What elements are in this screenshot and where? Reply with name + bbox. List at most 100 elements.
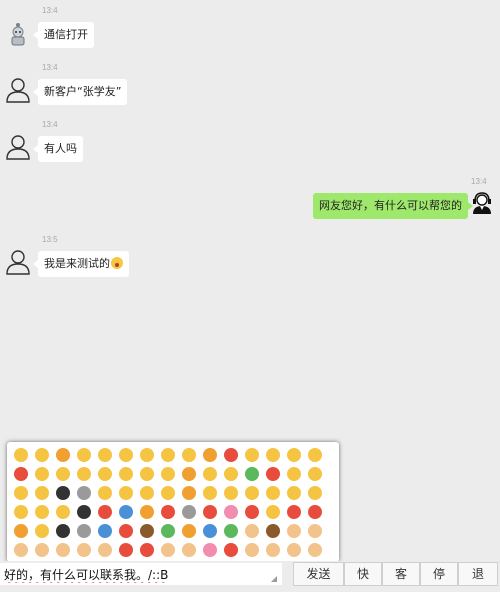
emoji-icon[interactable] [182,486,196,500]
message-text: 我是来测试的 [44,257,110,270]
emoji-icon[interactable] [161,524,175,538]
emoji-icon[interactable] [140,505,154,519]
emoji-icon[interactable] [245,486,259,500]
message-input[interactable] [0,563,282,585]
emoji-icon[interactable] [224,543,238,557]
emoji-icon[interactable] [245,467,259,481]
emoji-icon[interactable] [77,486,91,500]
resize-grip-icon[interactable] [271,576,277,582]
emoji-icon[interactable] [77,467,91,481]
emoji-icon[interactable] [161,448,175,462]
emoji-icon[interactable] [119,505,133,519]
emoji-icon[interactable] [308,486,322,500]
emoji-icon[interactable] [182,543,196,557]
emoji-icon[interactable] [266,448,280,462]
emoji-icon[interactable] [140,486,154,500]
emoji-icon[interactable] [14,543,28,557]
emoji-icon[interactable] [35,486,49,500]
emoji-icon[interactable] [287,543,301,557]
emoji-icon[interactable] [161,543,175,557]
emoji-icon[interactable] [224,486,238,500]
emoji-icon[interactable] [308,448,322,462]
emoji-icon[interactable] [35,448,49,462]
emoji-icon[interactable] [245,505,259,519]
emoji-icon[interactable] [203,505,217,519]
emoji-icon[interactable] [35,543,49,557]
emoji-icon[interactable] [224,448,238,462]
emoji-icon[interactable] [266,486,280,500]
emoji-icon[interactable] [161,505,175,519]
emoji-icon[interactable] [56,448,70,462]
emoji-icon[interactable] [119,448,133,462]
emoji-icon[interactable] [14,524,28,538]
emoji-icon[interactable] [98,486,112,500]
emoji-icon[interactable] [224,467,238,481]
emoji-icon[interactable] [98,448,112,462]
emoji-icon[interactable] [35,467,49,481]
quick-reply-button[interactable]: 快 [344,562,382,586]
emoji-icon[interactable] [77,505,91,519]
emoji-icon[interactable] [119,524,133,538]
emoji-icon[interactable] [266,505,280,519]
emoji-icon[interactable] [203,543,217,557]
emoji-icon[interactable] [182,524,196,538]
emoji-icon[interactable] [56,543,70,557]
send-button[interactable]: 发送 [293,562,344,586]
emoji-icon[interactable] [308,467,322,481]
emoji-icon[interactable] [14,486,28,500]
emoji-icon[interactable] [119,486,133,500]
emoji-icon[interactable] [182,448,196,462]
emoji-icon[interactable] [308,543,322,557]
emoji-icon[interactable] [119,543,133,557]
person-avatar-icon [5,249,31,275]
emoji-icon[interactable] [98,543,112,557]
emoji-icon[interactable] [161,486,175,500]
emoji-icon[interactable] [140,524,154,538]
emoji-icon[interactable] [98,467,112,481]
emoji-icon[interactable] [224,524,238,538]
emoji-icon[interactable] [56,505,70,519]
emoji-icon[interactable] [287,486,301,500]
emoji-icon[interactable] [308,524,322,538]
emoji-icon[interactable] [14,467,28,481]
emoji-icon[interactable] [140,448,154,462]
emoji-icon[interactable] [56,524,70,538]
emoji-icon[interactable] [245,448,259,462]
emoji-icon[interactable] [308,505,322,519]
emoji-icon[interactable] [77,543,91,557]
emoji-icon[interactable] [266,524,280,538]
emoji-icon[interactable] [182,467,196,481]
emoji-icon[interactable] [140,467,154,481]
emoji-icon[interactable] [203,467,217,481]
emoji-icon[interactable] [98,505,112,519]
emoji-icon[interactable] [287,505,301,519]
emoji-icon[interactable] [203,448,217,462]
emoji-icon[interactable] [245,543,259,557]
emoji-icon[interactable] [77,524,91,538]
message-time: 13:5 [42,235,58,244]
emoji-icon[interactable] [287,467,301,481]
emoji-icon[interactable] [245,524,259,538]
emoji-icon[interactable] [35,524,49,538]
exit-button[interactable]: 退 [458,562,498,586]
emoji-icon[interactable] [161,467,175,481]
emoji-icon[interactable] [98,524,112,538]
emoji-icon[interactable] [266,467,280,481]
emoji-icon[interactable] [56,467,70,481]
emoji-icon[interactable] [182,505,196,519]
emoji-icon[interactable] [14,448,28,462]
emoji-icon[interactable] [203,524,217,538]
emoji-icon[interactable] [224,505,238,519]
emoji-icon[interactable] [266,543,280,557]
emoji-icon[interactable] [35,505,49,519]
emoji-icon[interactable] [287,524,301,538]
stop-button[interactable]: 停 [420,562,458,586]
emoji-icon[interactable] [140,543,154,557]
emoji-icon[interactable] [77,448,91,462]
emoji-icon[interactable] [287,448,301,462]
emoji-icon[interactable] [119,467,133,481]
emoji-icon[interactable] [203,486,217,500]
emoji-icon[interactable] [56,486,70,500]
emoji-icon[interactable] [14,505,28,519]
customer-button[interactable]: 客 [382,562,420,586]
